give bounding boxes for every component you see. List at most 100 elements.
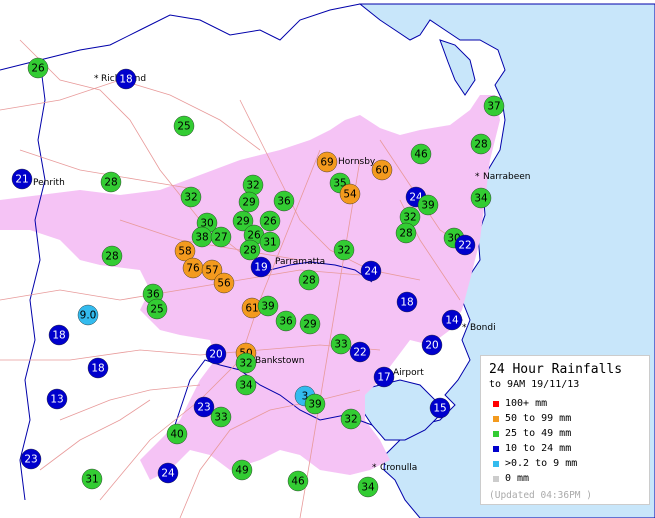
station-value: 28: [302, 275, 315, 287]
station-value: 32: [246, 180, 259, 192]
station-value: 18: [400, 297, 413, 309]
station-marker[interactable]: 31: [259, 231, 281, 253]
station-value: 20: [209, 349, 222, 361]
station-value: 33: [214, 412, 227, 424]
station-marker[interactable]: 25: [146, 298, 168, 320]
station-marker[interactable]: 76: [182, 257, 204, 279]
station-marker[interactable]: 13: [46, 388, 68, 410]
station-marker[interactable]: 37: [483, 95, 505, 117]
station-marker[interactable]: 54: [339, 183, 361, 205]
station-marker[interactable]: 17: [373, 366, 395, 388]
station-value: 29: [242, 197, 255, 209]
station-marker[interactable]: 22: [454, 234, 476, 256]
station-value: 25: [177, 121, 190, 133]
station-value: 28: [399, 228, 412, 240]
station-marker[interactable]: 34: [357, 476, 379, 498]
station-marker[interactable]: 14: [441, 309, 463, 331]
station-marker[interactable]: 24: [360, 260, 382, 282]
station-marker[interactable]: 28: [470, 133, 492, 155]
legend-item: 50 to 99 mm: [489, 411, 641, 426]
station-marker[interactable]: 46: [287, 470, 309, 492]
station-marker[interactable]: 49: [231, 459, 253, 481]
station-value: 36: [279, 316, 293, 328]
station-marker[interactable]: 26: [259, 210, 281, 232]
station-marker[interactable]: 18: [396, 291, 418, 313]
station-marker[interactable]: 21: [11, 168, 33, 190]
station-marker[interactable]: 29: [238, 191, 260, 213]
station-marker[interactable]: 36: [273, 190, 295, 212]
station-marker[interactable]: 39: [417, 194, 439, 216]
station-marker[interactable]: 25: [173, 115, 195, 137]
legend-swatch: [493, 445, 499, 452]
station-marker[interactable]: 24: [157, 462, 179, 484]
station-marker[interactable]: 60: [371, 159, 393, 181]
station-value: 34: [239, 380, 253, 392]
station-value: 28: [104, 177, 117, 189]
place-label: Parramatta: [275, 257, 325, 267]
station-marker[interactable]: 27: [210, 226, 232, 248]
station-marker[interactable]: 33: [210, 406, 232, 428]
station-marker[interactable]: 26: [27, 57, 49, 79]
place-label: Cronulla: [380, 463, 417, 473]
station-value: 46: [291, 476, 305, 488]
station-marker[interactable]: 18: [87, 357, 109, 379]
station-marker[interactable]: 28: [239, 239, 261, 261]
station-marker[interactable]: 9.0: [77, 304, 99, 326]
station-value: 29: [236, 216, 249, 228]
station-marker[interactable]: 28: [395, 222, 417, 244]
station-marker[interactable]: 69: [316, 151, 338, 173]
station-value: 40: [170, 429, 183, 441]
station-marker[interactable]: 56: [213, 272, 235, 294]
station-marker[interactable]: 32: [340, 408, 362, 430]
station-value: 25: [150, 304, 163, 316]
station-marker[interactable]: 40: [166, 423, 188, 445]
station-marker[interactable]: 28: [101, 245, 123, 267]
station-marker[interactable]: 34: [235, 374, 257, 396]
station-marker[interactable]: 32: [235, 352, 257, 374]
station-marker[interactable]: 39: [257, 295, 279, 317]
station-marker[interactable]: 46: [410, 143, 432, 165]
station-value: 33: [334, 339, 347, 351]
station-value: 39: [421, 200, 434, 212]
station-value: 58: [178, 246, 191, 258]
station-marker[interactable]: 39: [304, 393, 326, 415]
station-marker[interactable]: 38: [191, 226, 213, 248]
station-marker[interactable]: 32: [242, 174, 264, 196]
place-label: Penrith: [33, 178, 65, 188]
station-marker[interactable]: 15: [429, 397, 451, 419]
hawkesbury-river: [0, 3, 361, 71]
place-label: Bankstown: [255, 356, 304, 366]
station-marker[interactable]: 20: [205, 343, 227, 365]
station-value: 46: [414, 149, 428, 161]
station-value: 32: [344, 414, 357, 426]
station-value: 57: [205, 265, 218, 277]
station-marker[interactable]: 33: [330, 333, 352, 355]
station-value: 26: [263, 216, 277, 228]
legend-panel: 24 Hour Rainfalls to 9AM 19/11/13 100+ m…: [480, 355, 650, 505]
station-marker[interactable]: 32: [180, 186, 202, 208]
station-value: 28: [474, 139, 487, 151]
station-value: 34: [474, 193, 488, 205]
station-marker[interactable]: 28: [100, 171, 122, 193]
station-marker[interactable]: 20: [421, 334, 443, 356]
station-marker[interactable]: 31: [81, 468, 103, 490]
station-marker[interactable]: 23: [193, 396, 215, 418]
place-label: Airport: [393, 368, 424, 378]
station-value: 39: [261, 301, 274, 313]
station-marker[interactable]: 18: [48, 324, 70, 346]
station-marker[interactable]: 32: [333, 239, 355, 261]
place-label: *: [475, 172, 480, 182]
station-value: 21: [15, 174, 28, 186]
station-marker[interactable]: 34: [470, 187, 492, 209]
station-marker[interactable]: 23: [20, 448, 42, 470]
station-marker[interactable]: 19: [250, 256, 272, 278]
station-marker[interactable]: 22: [349, 341, 371, 363]
station-marker[interactable]: 36: [275, 310, 297, 332]
station-marker[interactable]: 28: [298, 269, 320, 291]
legend-item: 100+ mm: [489, 396, 641, 411]
station-value: 13: [50, 394, 63, 406]
legend-item: 0 mm: [489, 471, 641, 486]
station-value: 23: [24, 454, 37, 466]
station-marker[interactable]: 29: [299, 313, 321, 335]
station-marker[interactable]: 18: [115, 68, 137, 90]
